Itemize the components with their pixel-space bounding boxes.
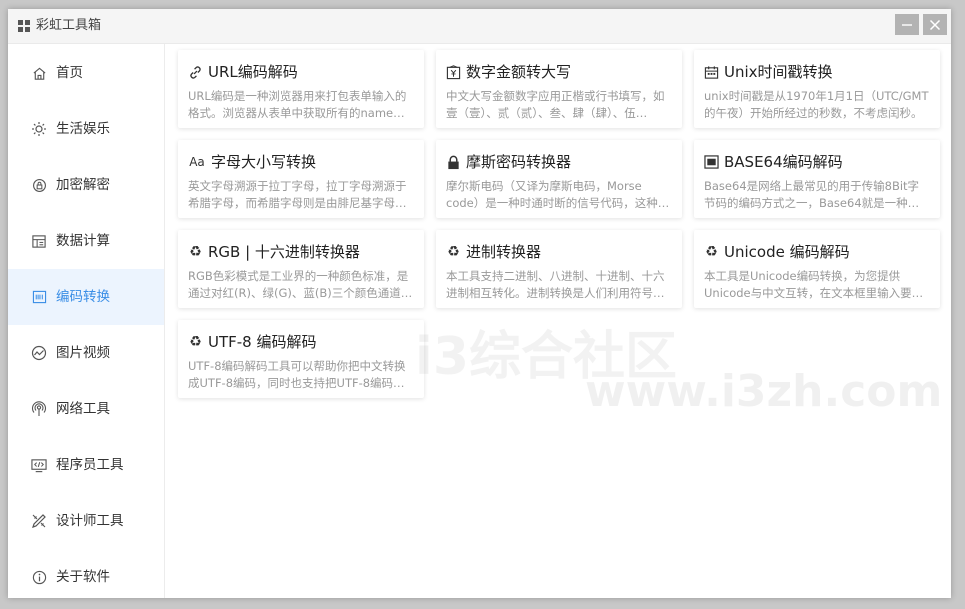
tool-grid: URL编码解码 URL编码是一种浏览器用来打包表单输入的格式。浏览器从表单中获取…: [165, 44, 951, 598]
watermark-site-name: i3综合社区: [415, 327, 678, 387]
sidebar-item-media[interactable]: 图片视频: [8, 325, 164, 381]
link-icon: [188, 65, 203, 80]
minimize-icon: [902, 23, 912, 26]
tool-card-title: 数字金额转大写: [466, 63, 572, 81]
app-window: 彩虹工具箱 首页 生活娱乐 加密解密 数据计算 编码转换 图片视频 网络工具 程…: [8, 9, 951, 598]
sidebar-item-label: 编码转换: [56, 289, 110, 305]
calculator-icon: [31, 233, 47, 249]
sidebar-item-home[interactable]: 首页: [8, 45, 164, 101]
tool-card-desc: 本工具支持二进制、八进制、十进制、十六进制相互转化。进制转换是人们利用符号来计数…: [446, 269, 665, 300]
sidebar-item-label: 程序员工具: [56, 457, 124, 473]
sidebar-item-dev[interactable]: 程序员工具: [8, 437, 164, 493]
tool-card-title: Unicode 编码解码: [724, 243, 850, 261]
recycle-icon: ♻: [705, 244, 718, 260]
tool-card-desc: 本工具是Unicode编码转换，为您提供Unicode与中文互转，在文本框里输入…: [704, 269, 924, 300]
padlock-icon: [446, 155, 461, 170]
tool-card-unicode[interactable]: ♻ Unicode 编码解码 本工具是Unicode编码转换，为您提供Unico…: [694, 230, 940, 308]
sidebar-item-label: 生活娱乐: [56, 121, 110, 137]
close-icon: [929, 19, 941, 30]
sidebar-item-label: 加密解密: [56, 177, 110, 193]
sidebar-item-encode[interactable]: 编码转换: [8, 269, 164, 325]
tool-card-url[interactable]: URL编码解码 URL编码是一种浏览器用来打包表单输入的格式。浏览器从表单中获取…: [178, 50, 424, 128]
tool-card-title: 摩斯密码转换器: [466, 153, 572, 171]
info-icon: [31, 569, 47, 585]
recycle-icon: ♻: [189, 244, 202, 260]
encode-icon: [31, 289, 47, 305]
tool-card-utf8[interactable]: ♻ UTF-8 编码解码 UTF-8编码解码工具可以帮助你把中文转换成UTF-8…: [178, 320, 424, 398]
sidebar-item-label: 首页: [56, 65, 83, 81]
tool-card-letter-case[interactable]: Aa 字母大小写转换 英文字母溯源于拉丁字母，拉丁字母溯源于希腊字母，而希腊字母…: [178, 140, 424, 218]
watermark-url: www.i3zh.com: [585, 366, 943, 417]
tool-card-title: Unix时间戳转换: [724, 63, 833, 81]
calendar-icon: [704, 65, 719, 80]
tool-card-title: URL编码解码: [208, 63, 298, 81]
code-icon: [31, 457, 47, 473]
tool-card-desc: 摩尔斯电码（又译为摩斯电码，Morse code）是一种时通时断的信号代码，这种…: [446, 179, 670, 210]
close-button[interactable]: [923, 14, 947, 35]
tool-card-title: 进制转换器: [466, 243, 542, 261]
tool-card-desc: UTF-8编码解码工具可以帮助你把中文转换成UTF-8编码，同时也支持把UTF-…: [188, 359, 406, 390]
image-icon: [31, 345, 47, 361]
sun-icon: [31, 121, 47, 137]
sidebar-item-label: 网络工具: [56, 401, 110, 417]
tool-card-desc: 中文大写金额数字应用正楷或行书填写，如壹（壹）、贰（贰）、叁、肆（肆）、伍（伍）…: [446, 89, 665, 120]
tool-card-unix[interactable]: Unix时间戳转换 unix时间戳是从1970年1月1日（UTC/GMT的午夜）…: [694, 50, 940, 128]
tool-card-amount[interactable]: 数字金额转大写 中文大写金额数字应用正楷或行书填写，如壹（壹）、贰（贰）、叁、肆…: [436, 50, 682, 128]
tool-card-desc: RGB色彩模式是工业界的一种颜色标准，是通过对红(R)、绿(G)、蓝(B)三个颜…: [188, 269, 413, 300]
tool-card-radix[interactable]: ♻ 进制转换器 本工具支持二进制、八进制、十进制、十六进制相互转化。进制转换是人…: [436, 230, 682, 308]
tool-card-morse[interactable]: 摩斯密码转换器 摩尔斯电码（又译为摩斯电码，Morse code）是一种时通时断…: [436, 140, 682, 218]
sidebar-item-calc[interactable]: 数据计算: [8, 213, 164, 269]
tool-card-desc: unix时间戳是从1970年1月1日（UTC/GMT的午夜）开始所经过的秒数，不…: [704, 89, 929, 120]
tool-card-rgb-hex[interactable]: ♻ RGB | 十六进制转换器 RGB色彩模式是工业界的一种颜色标准，是通过对红…: [178, 230, 424, 308]
sidebar-item-label: 图片视频: [56, 345, 110, 361]
network-icon: [31, 401, 47, 417]
title-bar[interactable]: 彩虹工具箱: [8, 9, 951, 44]
design-icon: [31, 513, 47, 529]
yuan-icon: [446, 64, 461, 80]
sidebar-item-label: 数据计算: [56, 233, 110, 249]
tool-card-desc: URL编码是一种浏览器用来打包表单输入的格式。浏览器从表单中获取所有的name和…: [188, 89, 407, 120]
tool-card-title: RGB | 十六进制转换器: [208, 243, 360, 261]
app-title: 彩虹工具箱: [36, 18, 102, 33]
tool-card-desc: 英文字母溯源于拉丁字母，拉丁字母溯源于希腊字母，而希腊字母则是由腓尼基字母演变而…: [188, 179, 407, 210]
tool-card-desc: Base64是网络上最常见的用于传输8Bit字节码的编码方式之一，Base64就…: [704, 179, 920, 210]
recycle-icon: ♻: [447, 244, 460, 260]
tool-card-base64[interactable]: BASE64编码解码 Base64是网络上最常见的用于传输8Bit字节码的编码方…: [694, 140, 940, 218]
sidebar-item-design[interactable]: 设计师工具: [8, 493, 164, 549]
home-icon: [31, 65, 47, 81]
sidebar-item-crypto[interactable]: 加密解密: [8, 157, 164, 213]
lock-icon: [31, 177, 47, 193]
sidebar-item-life[interactable]: 生活娱乐: [8, 101, 164, 157]
recycle-icon: ♻: [189, 334, 202, 350]
sidebar-item-label: 关于软件: [56, 569, 110, 585]
tool-card-title: 字母大小写转换: [211, 153, 317, 171]
tool-card-title: BASE64编码解码: [724, 153, 843, 171]
sidebar: 首页 生活娱乐 加密解密 数据计算 编码转换 图片视频 网络工具 程序员工具 设…: [8, 44, 165, 598]
sidebar-item-label: 设计师工具: [56, 513, 124, 529]
sidebar-item-network[interactable]: 网络工具: [8, 381, 164, 437]
minimize-button[interactable]: [895, 14, 919, 35]
tool-card-title: UTF-8 编码解码: [208, 333, 317, 351]
grid-app-icon: [18, 20, 30, 32]
window-icon: [704, 155, 719, 170]
sidebar-item-about[interactable]: 关于软件: [8, 549, 164, 598]
font-case-icon: Aa: [189, 155, 205, 169]
